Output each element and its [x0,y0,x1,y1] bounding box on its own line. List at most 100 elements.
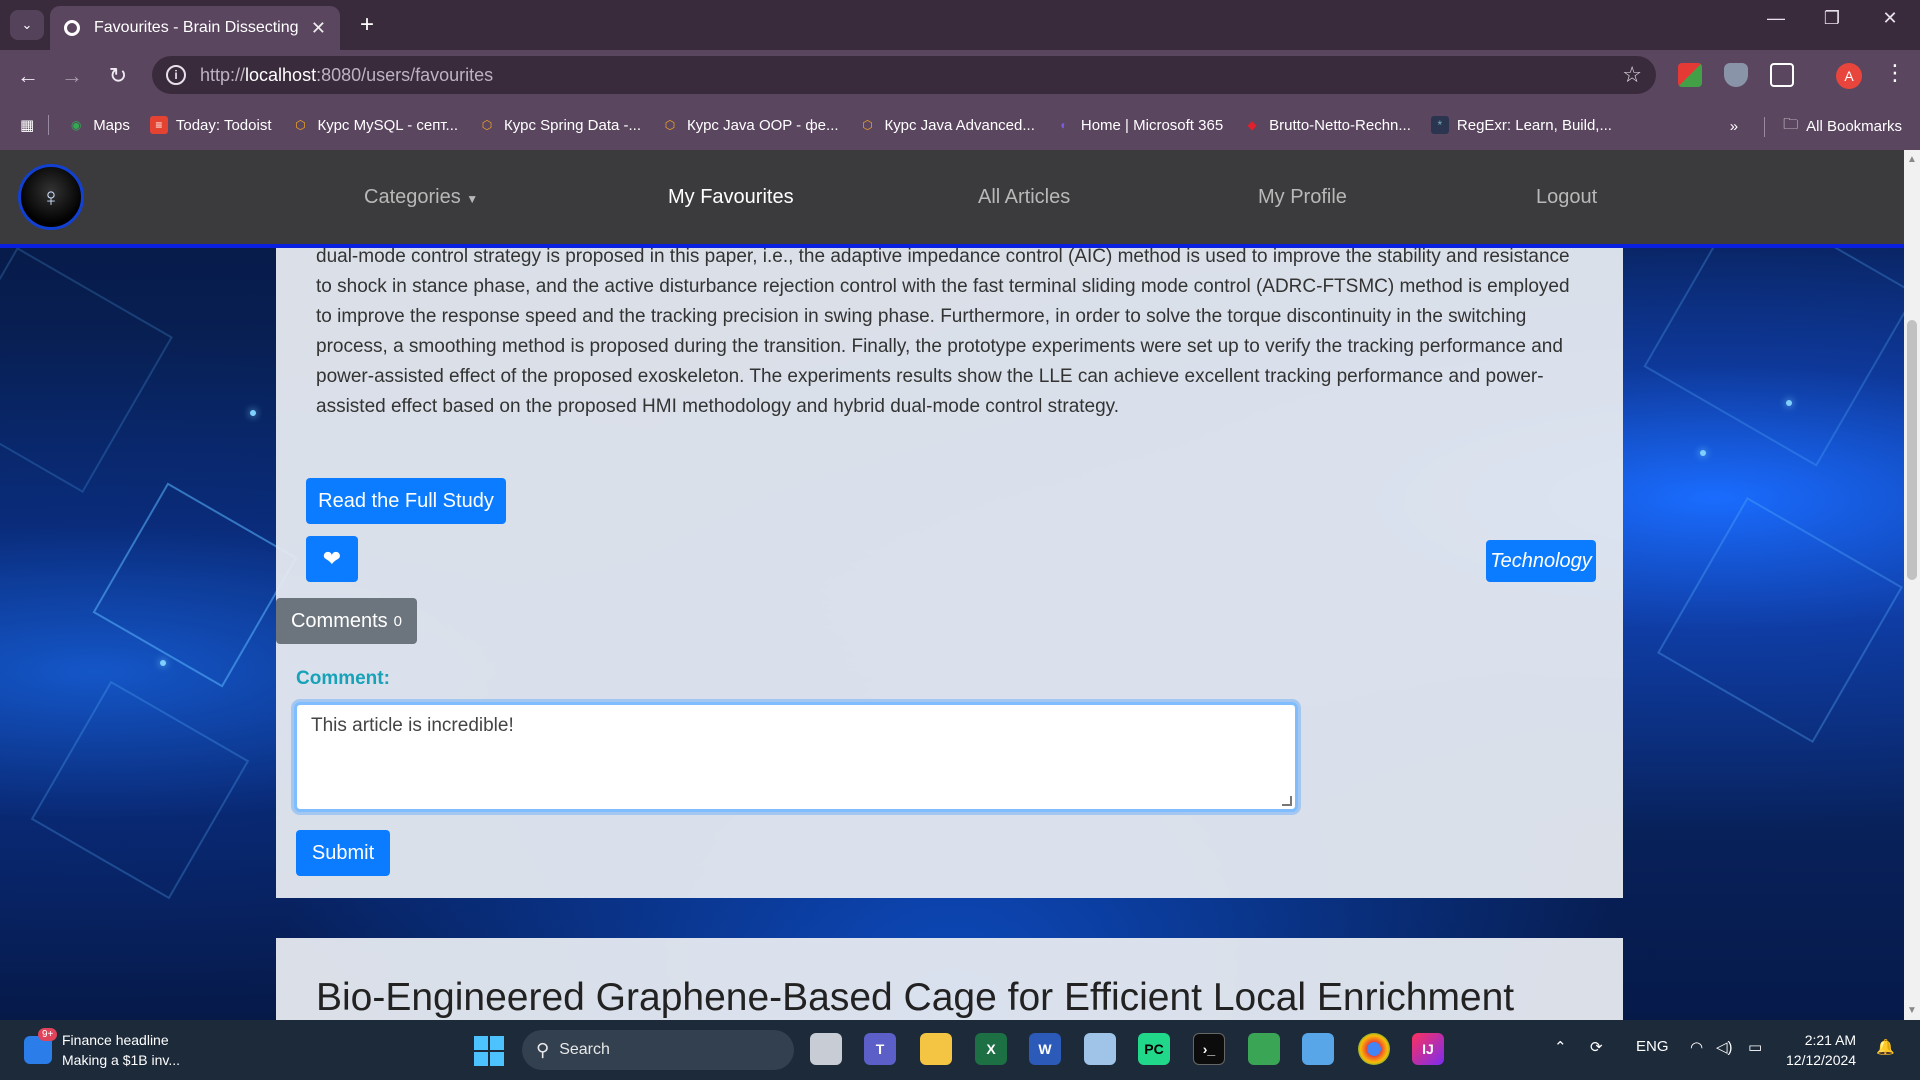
notification-bell-icon[interactable]: 🔔 [1876,1038,1895,1056]
clock-time: 2:21 AM [1804,1032,1857,1048]
todoist-icon: ≡ [149,116,168,134]
apps-grid-icon[interactable]: ▦ [20,116,34,134]
minimize-icon[interactable]: — [1756,8,1796,29]
bookmark-item[interactable]: ◆ Brutto-Netto-Rechn... [1243,116,1411,134]
scroll-down-arrow-icon[interactable]: ▼ [1907,1005,1917,1016]
bookmark-item[interactable]: ⬡ Курс Java Advanced... [859,116,1035,134]
comments-toggle-button[interactable]: Comments 0 [276,598,417,644]
scroll-up-arrow-icon[interactable]: ▲ [1907,154,1917,165]
news-widget[interactable]: 9+ Finance headline Making a $1B inv... [24,1028,180,1070]
page-scrollbar[interactable]: ▲ ▼ [1904,150,1920,1020]
extension-color-icon[interactable] [1678,63,1702,87]
excel-icon[interactable]: X [975,1033,1007,1065]
site-info-icon[interactable]: i [166,65,186,85]
window-close-icon[interactable]: ✕ [1870,8,1910,29]
terminal-icon[interactable]: ›_ [1193,1033,1225,1065]
comments-label: Comments [290,609,388,632]
tab-favicon-icon [64,20,80,36]
battery-icon[interactable]: ▭ [1748,1038,1762,1056]
teams-icon[interactable]: T [864,1033,896,1065]
bookmark-item[interactable]: ◉ Maps [67,116,130,134]
background-hexagon [30,680,250,900]
course-icon: ⬡ [295,118,306,132]
bookmark-star-icon[interactable]: ☆ [1622,62,1642,88]
task-view-icon[interactable] [810,1033,842,1065]
resize-grip-icon[interactable] [1282,796,1292,806]
restore-icon[interactable]: ❐ [1812,8,1852,29]
bookmark-item[interactable]: * RegExr: Learn, Build,... [1430,116,1612,134]
tab-title: Favourites - Brain Dissecting [94,19,299,36]
site-logo-icon[interactable]: ♀ [18,164,84,230]
background-glow-dot [1700,450,1706,456]
page-viewport: dual-mode control strategy is proposed i… [0,150,1904,1020]
nav-categories-dropdown[interactable]: Categories ▼ [364,186,478,209]
file-explorer-icon[interactable] [920,1033,952,1065]
comment-textarea[interactable]: This article is incredible! [294,702,1298,812]
broken-heart-icon: ❤ [322,546,342,571]
reload-icon[interactable]: ↻ [102,60,134,92]
tab-search-icon[interactable]: ⌄ [10,10,44,40]
pycharm-icon[interactable]: PC [1138,1033,1170,1065]
bookmarks-divider [1764,116,1766,137]
background-hexagon [92,482,298,688]
url-path: :8080/users/favourites [316,64,494,85]
notepad-icon[interactable] [1302,1033,1334,1065]
course-icon: ⬡ [862,118,873,132]
intellij-icon[interactable]: IJ [1412,1033,1444,1065]
caret-down-icon: ▼ [466,192,479,206]
comment-field-label: Comment: [296,668,390,689]
scrollbar-thumb[interactable] [1907,320,1917,580]
nav-all-articles[interactable]: All Articles [978,186,1070,209]
news-badge: 9+ [38,1028,58,1041]
profile-avatar[interactable]: A [1836,63,1862,89]
language-indicator[interactable]: ENG [1636,1038,1669,1055]
bookmark-item[interactable]: ⬡ Курс MySQL - септ... [292,116,458,134]
bookmarks-divider [48,115,50,135]
system-clock[interactable]: 2:21 AM 12/12/2024 [1786,1030,1856,1070]
tray-chevron-up-icon[interactable]: ⌃ [1554,1038,1567,1056]
sync-icon[interactable]: ⟳ [1590,1038,1603,1056]
nav-my-profile[interactable]: My Profile [1258,186,1347,209]
submit-comment-button[interactable]: Submit [296,830,390,876]
folder-icon: 🗀 [1783,116,1799,133]
shield-extension-icon[interactable] [1724,63,1748,87]
address-bar[interactable]: i http://localhost:8080/users/favourites… [152,56,1656,94]
wifi-icon[interactable]: ◠ [1690,1038,1703,1056]
bookmark-item[interactable]: ≡ Today: Todoist [149,116,272,134]
forward-arrow-icon[interactable]: → [56,60,88,92]
bookmark-item[interactable]: ⬡ Курс Java OOP - фе... [661,116,839,134]
chevron-double-right-icon[interactable]: » [1730,118,1738,135]
extensions-puzzle-icon[interactable] [1770,63,1794,87]
regexr-icon: * [1430,116,1449,134]
comment-text: This article is incredible! [311,715,514,736]
windows-start-icon[interactable] [474,1036,504,1066]
all-bookmarks-link[interactable]: All Bookmarks [1806,118,1902,135]
nav-logout[interactable]: Logout [1536,186,1597,209]
new-tab-plus-icon[interactable]: + [352,10,382,40]
article-card: dual-mode control strategy is proposed i… [276,150,1623,898]
browser-tab-active[interactable]: Favourites - Brain Dissecting ✕ [50,6,340,50]
background-hexagon [1657,497,1903,743]
remove-favourite-button[interactable]: ❤ [306,536,358,582]
word-icon[interactable]: W [1029,1033,1061,1065]
course-icon: ⬡ [664,118,676,132]
chrome-icon[interactable] [1358,1033,1390,1065]
lock-app-icon[interactable] [1248,1033,1280,1065]
tab-close-icon[interactable]: ✕ [311,18,326,39]
browser-titlebar: ⌄ Favourites - Brain Dissecting ✕ + — ❐ … [0,0,1920,50]
volume-icon[interactable]: ◁) [1716,1038,1733,1056]
browser-menu-icon[interactable]: ⋮ [1884,60,1906,86]
clock-date: 12/12/2024 [1786,1052,1857,1068]
bookmark-item[interactable]: ⬡ Курс Spring Data -... [478,116,641,134]
calculator-icon: ◆ [1247,118,1257,132]
next-article-title[interactable]: Bio-Engineered Graphene-Based Cage for E… [316,976,1514,1020]
background-hexagon [0,247,173,493]
nav-my-favourites[interactable]: My Favourites [668,186,794,209]
taskbar-search[interactable]: ⚲ Search [522,1030,794,1070]
bookmark-item[interactable]: ◐ Home | Microsoft 365 [1055,116,1223,134]
back-arrow-icon[interactable]: ← [12,60,44,92]
read-full-study-button[interactable]: Read the Full Study [306,478,506,524]
category-tag[interactable]: Technology [1486,540,1596,582]
photos-icon[interactable] [1084,1033,1116,1065]
background-glow-dot [1786,400,1792,406]
